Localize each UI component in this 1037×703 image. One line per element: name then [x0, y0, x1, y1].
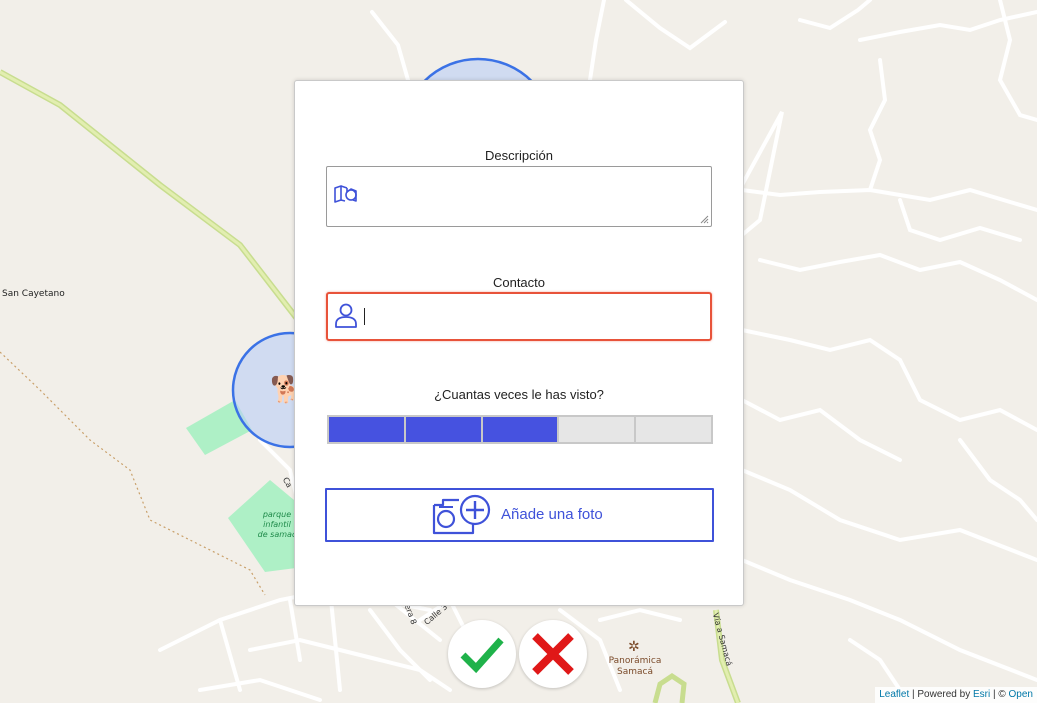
sightings-rating-bar[interactable] — [327, 415, 713, 444]
contact-label: Contacto — [492, 275, 546, 290]
description-textarea[interactable] — [326, 166, 712, 227]
map-icon — [334, 185, 357, 203]
add-photo-label: Añade una foto — [501, 506, 603, 523]
checkmark-icon — [460, 637, 504, 674]
add-photo-button[interactable]: Añade una foto — [325, 488, 714, 542]
contact-input[interactable] — [326, 292, 712, 341]
rating-segment[interactable] — [636, 417, 711, 442]
description-label: Descripción — [485, 148, 553, 163]
viewpoint-icon: ✲ — [628, 638, 640, 654]
user-icon — [335, 303, 357, 328]
rating-segment[interactable] — [559, 417, 635, 442]
poi-label: Panorámica Samacá — [608, 656, 662, 677]
rating-segment[interactable] — [405, 417, 481, 442]
resize-handle-icon[interactable] — [700, 215, 709, 224]
cancel-button[interactable] — [519, 620, 587, 688]
esri-link[interactable]: Esri — [973, 689, 990, 700]
rating-segment[interactable] — [482, 417, 558, 442]
sightings-label: ¿Cuantas veces le has visto? — [434, 387, 604, 402]
x-icon — [532, 633, 574, 675]
leaflet-link[interactable]: Leaflet — [879, 689, 909, 700]
text-caret — [364, 308, 365, 325]
camera-plus-icon — [432, 494, 491, 535]
openstreetmap-link[interactable]: Open — [1009, 689, 1033, 700]
sighting-form-modal: Descripción Contacto ¿Cuantas veces le h… — [294, 80, 744, 606]
map-attribution: Leaflet | Powered by Esri | © Open — [875, 687, 1037, 703]
confirm-button[interactable] — [448, 620, 516, 688]
place-label: San Cayetano — [2, 289, 65, 299]
rating-segment[interactable] — [329, 417, 404, 442]
